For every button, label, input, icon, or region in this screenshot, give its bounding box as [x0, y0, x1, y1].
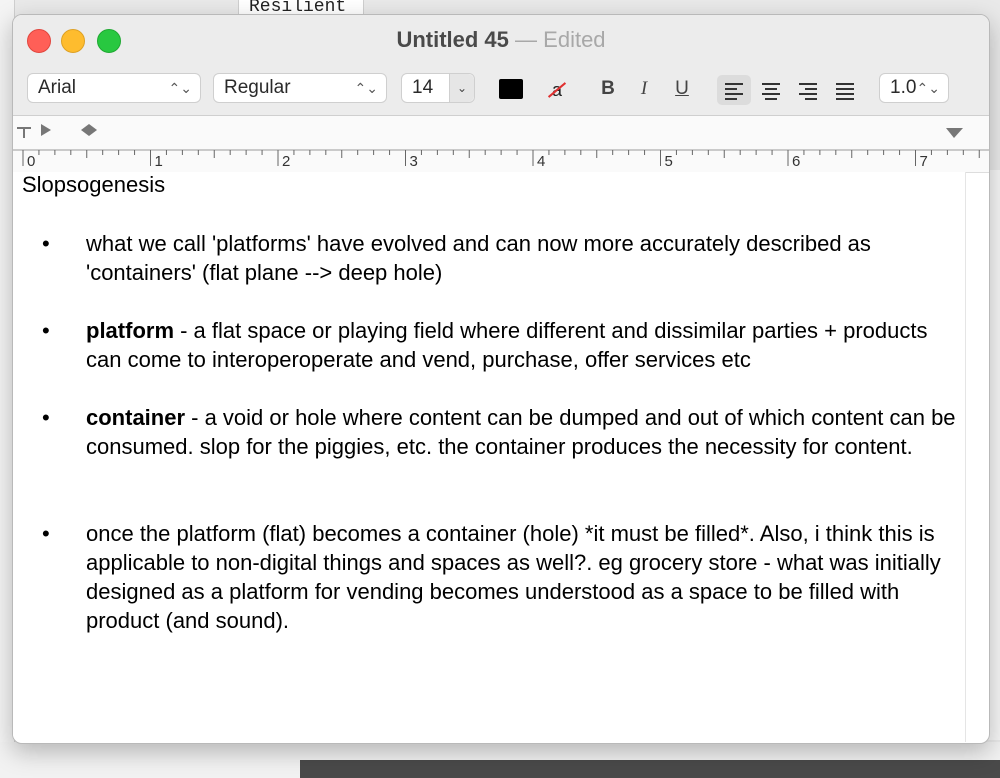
document-name: Untitled 45 — [396, 27, 509, 52]
list-item: • platform - a flat space or playing fie… — [42, 316, 956, 374]
background-window-bottom — [0, 742, 1000, 778]
list-item-term: platform — [86, 318, 174, 343]
font-style-value: Regular — [224, 77, 291, 98]
bold-button[interactable]: B — [595, 75, 621, 103]
right-margin-marker-icon[interactable] — [946, 128, 963, 138]
align-left-button[interactable] — [717, 75, 751, 105]
bullet: • — [42, 405, 50, 430]
chevron-down-icon[interactable]: ⌄ — [449, 74, 474, 102]
background-dark-bar — [300, 760, 1000, 778]
window-title: Untitled 45 — Edited — [13, 27, 989, 53]
ruler-label: 6 — [792, 153, 800, 170]
tab-stop-icon[interactable] — [17, 127, 31, 138]
textedit-window: Untitled 45 — Edited Arial ⌃⌄ Regular ⌃⌄… — [12, 14, 990, 744]
list-item-term: container — [86, 405, 186, 430]
titlebar: Untitled 45 — Edited Arial ⌃⌄ Regular ⌃⌄… — [13, 15, 989, 116]
ruler-label: 7 — [920, 153, 928, 170]
list-item: • once the platform (flat) becomes a con… — [42, 519, 956, 635]
font-family-value: Arial — [38, 77, 77, 98]
list-item: • container - a void or hole where conte… — [42, 403, 956, 461]
bullet: • — [42, 521, 50, 546]
line-spacing-select[interactable]: 1.0 ⌃⌄ — [879, 73, 949, 103]
italic-button[interactable]: I — [631, 75, 657, 103]
ruler-label: 5 — [665, 153, 673, 170]
underline-button[interactable]: U — [669, 75, 695, 103]
list-item-text: - a flat space or playing field where di… — [86, 318, 928, 372]
ruler[interactable]: 0 1 2 3 4 5 6 7 — [13, 116, 989, 173]
line-spacing-value: 1.0 — [890, 77, 917, 98]
stepper-arrows-icon: ⌃⌄ — [354, 80, 378, 96]
list-item: • what we call 'platforms' have evolved … — [42, 229, 956, 287]
align-right-icon — [799, 83, 817, 103]
list-item-text: once the platform (flat) becomes a conta… — [86, 521, 941, 633]
justify-button[interactable] — [828, 75, 862, 105]
bullet: • — [42, 231, 50, 256]
ruler-graphic: 0 1 2 3 4 5 6 7 — [13, 124, 989, 170]
highlight-color-button[interactable]: a — [543, 77, 571, 103]
font-style-select[interactable]: Regular ⌃⌄ — [213, 73, 387, 103]
ruler-label: 3 — [410, 153, 418, 170]
justify-icon — [836, 83, 854, 103]
list-item-text: what we call 'platforms' have evolved an… — [86, 231, 871, 285]
list-item-text: - a void or hole where content can be du… — [86, 405, 956, 459]
document-heading: Slopsogenesis — [22, 172, 166, 197]
stepper-arrows-icon: ⌃⌄ — [168, 80, 192, 96]
ruler-label: 1 — [155, 153, 163, 170]
ruler-label: 0 — [27, 153, 35, 170]
align-left-icon — [725, 83, 743, 103]
font-size-value: 14 — [412, 77, 434, 98]
align-center-button[interactable] — [754, 75, 788, 105]
text-color-well[interactable] — [499, 79, 523, 99]
ruler-label: 2 — [282, 153, 290, 170]
align-center-icon — [762, 83, 780, 103]
stepper-arrows-icon: ⌃⌄ — [916, 80, 940, 96]
title-separator: — — [515, 27, 538, 52]
ruler-label: 4 — [537, 153, 545, 170]
font-size-combobox[interactable]: 14 ⌄ — [401, 73, 475, 103]
edited-status: Edited — [543, 27, 606, 52]
document-body[interactable]: Slopsogenesis • what we call 'platforms'… — [13, 172, 966, 742]
font-family-select[interactable]: Arial ⌃⌄ — [27, 73, 201, 103]
highlight-icon: a — [551, 80, 562, 100]
align-right-button[interactable] — [791, 75, 825, 105]
bullet: • — [42, 318, 50, 343]
left-tab-marker-icon[interactable] — [41, 124, 51, 136]
indent-marker-icon[interactable] — [81, 124, 97, 136]
